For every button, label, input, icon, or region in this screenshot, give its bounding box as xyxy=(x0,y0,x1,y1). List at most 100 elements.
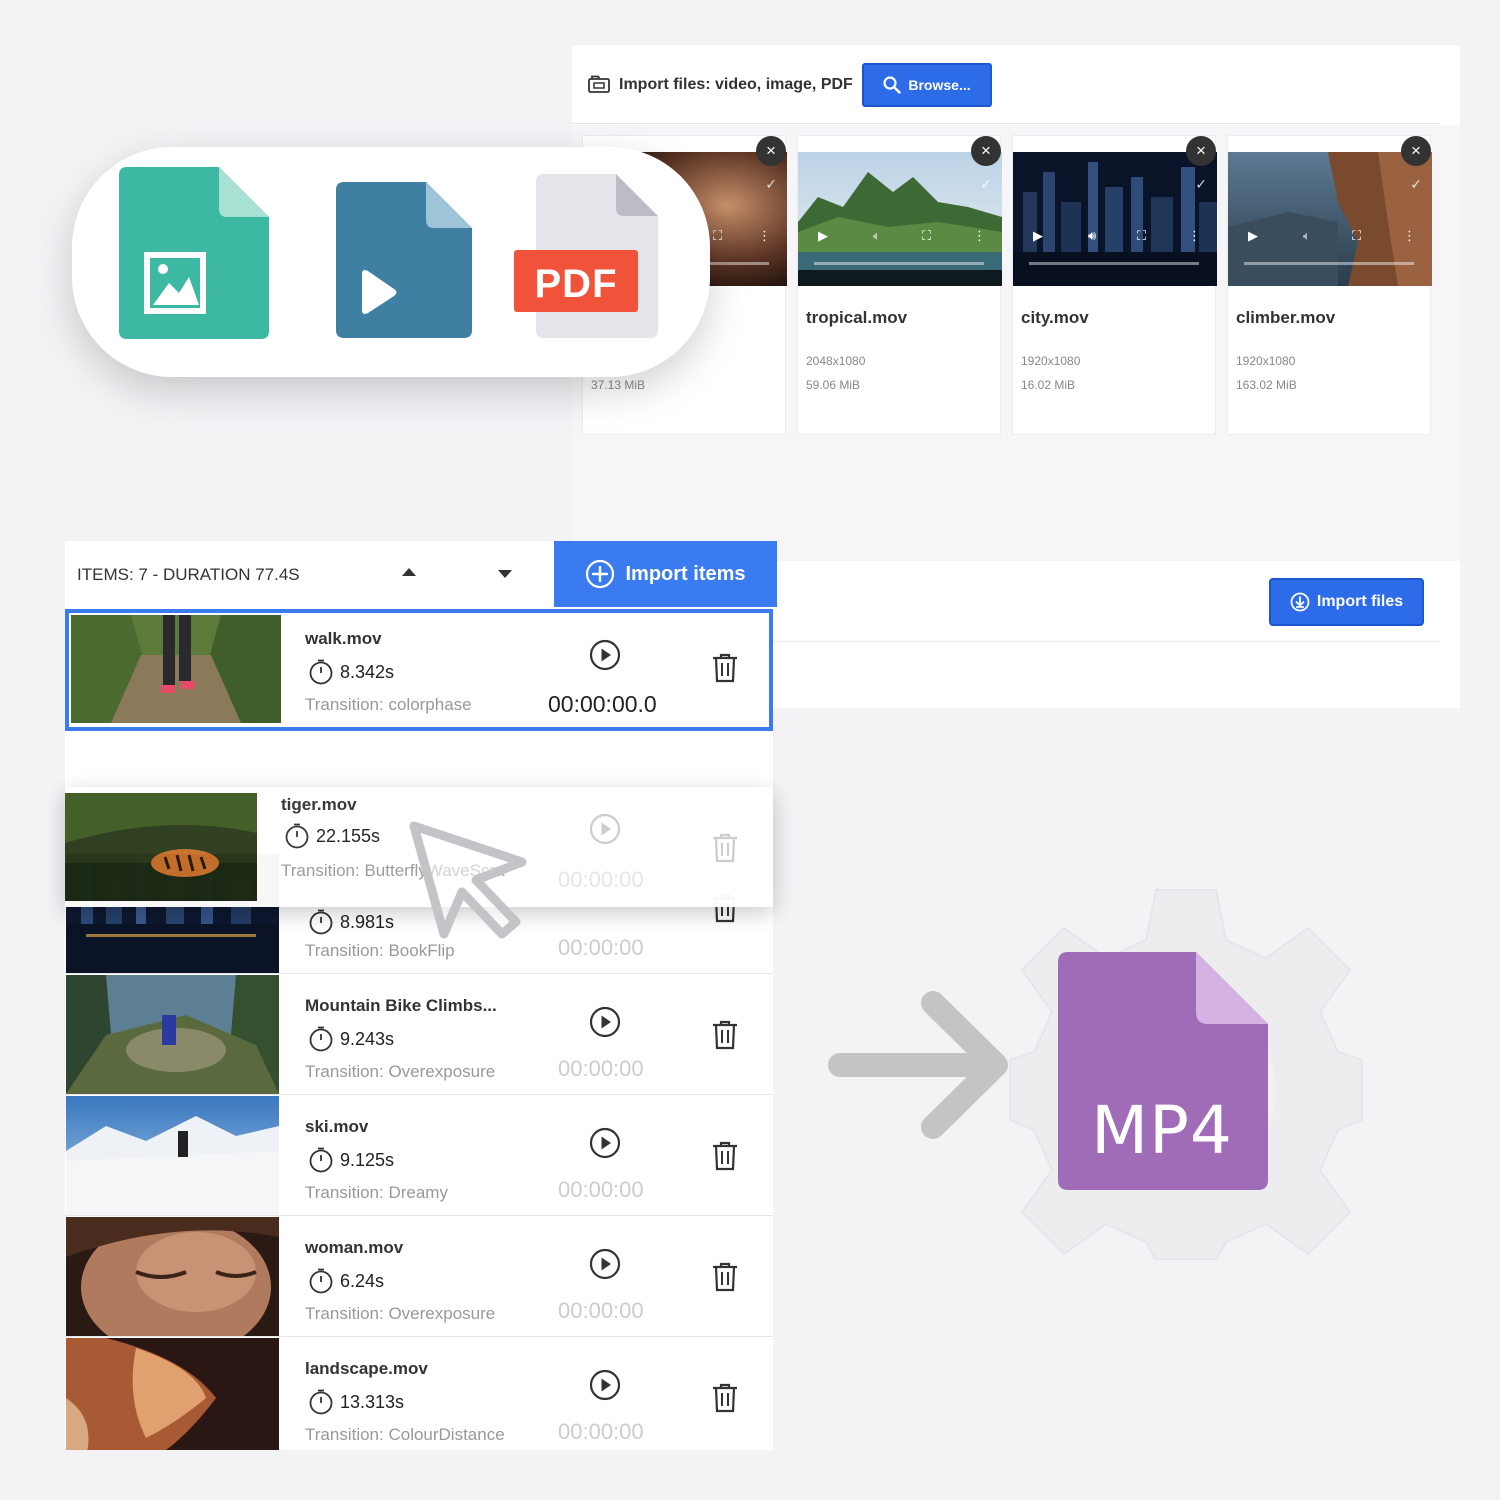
arrow-right-icon xyxy=(828,991,1008,1139)
item-start-time: 00:00:00 xyxy=(558,935,644,960)
file-name: tropical.mov xyxy=(806,308,908,327)
trash-icon[interactable] xyxy=(712,833,738,863)
check-icon: ✓ xyxy=(1410,176,1422,192)
remove-file-button[interactable]: × xyxy=(971,136,1001,166)
volume-icon[interactable]: 🔈︎ xyxy=(1303,228,1311,244)
play-icon[interactable]: ▶ xyxy=(1248,228,1258,244)
item-transition: Transition: colorphase xyxy=(305,695,472,714)
volume-icon[interactable]: 🔊︎ xyxy=(1088,228,1096,244)
timeline-item[interactable]: woman.mov 6.24s Transition: Overexposure… xyxy=(65,1216,773,1337)
timeline-item-selected[interactable]: walk.mov 8.342s Transition: colorphase 0… xyxy=(65,609,773,731)
fullscreen-icon[interactable]: ⛶ xyxy=(922,228,931,244)
item-start-time: 00:00:00 xyxy=(558,1177,644,1202)
sort-up-icon[interactable] xyxy=(402,568,416,576)
timeline-item[interactable]: ski.mov 9.125s Transition: Dreamy 00:00:… xyxy=(65,1095,773,1216)
item-duration: 22.155s xyxy=(284,823,380,849)
timeline-item[interactable]: Mountain Bike Climbs... 9.243s Transitio… xyxy=(65,974,773,1095)
item-thumbnail xyxy=(65,793,257,901)
item-transition: Transition: ColourDistance xyxy=(305,1425,505,1444)
item-duration: 8.981s xyxy=(308,909,394,935)
video-thumbnail xyxy=(798,152,1002,286)
item-duration-value: 8.342s xyxy=(340,661,395,682)
item-duration: 13.313s xyxy=(308,1389,404,1415)
more-icon[interactable]: ⋮ xyxy=(758,228,771,244)
image-file-icon xyxy=(119,167,269,339)
remove-file-button[interactable]: × xyxy=(1401,136,1431,166)
trash-icon[interactable] xyxy=(712,1141,738,1171)
play-circle-icon[interactable] xyxy=(589,1369,621,1401)
import-files-label: Import files xyxy=(1316,593,1404,610)
search-icon xyxy=(883,76,902,94)
video-file-icon xyxy=(336,182,472,338)
file-card-climber[interactable]: × ✓ ▶ 🔈︎ ⛶ ⋮ climber.mov 1920x1080 163.0… xyxy=(1227,135,1432,435)
video-progress-bar[interactable] xyxy=(1244,262,1414,265)
remove-file-button[interactable]: × xyxy=(1186,136,1216,166)
check-icon: ✓ xyxy=(980,176,992,192)
file-resolution: 1920x1080 xyxy=(1236,354,1296,368)
download-circle-icon xyxy=(1290,592,1310,612)
item-start-time: 00:00:00.0 xyxy=(548,691,657,717)
trash-icon[interactable] xyxy=(712,653,738,683)
play-icon[interactable]: ▶ xyxy=(1033,228,1043,244)
file-size: 37.13 MiB xyxy=(591,378,646,392)
item-start-time: 00:00:00 xyxy=(558,1056,644,1081)
item-duration-value: 8.981s xyxy=(340,911,395,932)
fullscreen-icon[interactable]: ⛶ xyxy=(713,228,722,244)
mouse-cursor-icon xyxy=(409,821,527,939)
timeline-item[interactable]: landscape.mov 13.313s Transition: Colour… xyxy=(65,1337,773,1450)
file-size: 59.06 MiB xyxy=(806,378,861,392)
fullscreen-icon[interactable]: ⛶ xyxy=(1137,228,1146,244)
trash-icon[interactable] xyxy=(712,1020,738,1050)
item-name: walk.mov xyxy=(305,629,382,648)
play-icon[interactable]: ▶ xyxy=(818,228,828,244)
file-card-tropical[interactable]: × ✓ ▶ 🔈︎ ⛶ ⋮ tropical.mov 2048x1080 59.0… xyxy=(797,135,1002,435)
stopwatch-icon xyxy=(309,659,333,685)
remove-file-button[interactable]: × xyxy=(756,136,786,166)
item-start-time: 00:00:00 xyxy=(558,867,644,892)
item-duration-value: 9.243s xyxy=(340,1028,395,1049)
file-resolution: 2048x1080 xyxy=(806,354,866,368)
more-icon[interactable]: ⋮ xyxy=(973,228,986,244)
more-icon[interactable]: ⋮ xyxy=(1188,228,1201,244)
item-transition: Transition: Overexposure xyxy=(305,1304,496,1323)
browse-button[interactable]: Browse... xyxy=(862,63,992,107)
item-duration: 9.125s xyxy=(308,1147,394,1173)
video-thumbnail xyxy=(1228,152,1432,286)
folder-icon xyxy=(588,75,610,93)
import-items-button[interactable]: Import items xyxy=(554,541,777,607)
file-size: 163.02 MiB xyxy=(1236,378,1297,392)
item-thumbnail xyxy=(66,975,279,1094)
check-icon: ✓ xyxy=(1195,176,1207,192)
item-duration-value: 13.313s xyxy=(340,1391,405,1412)
trash-icon[interactable] xyxy=(712,1383,738,1413)
play-circle-icon[interactable] xyxy=(589,639,621,671)
video-progress-bar[interactable] xyxy=(814,262,984,265)
play-circle-icon[interactable] xyxy=(589,1248,621,1280)
item-start-time: 00:00:00 xyxy=(558,1298,644,1323)
stopwatch-icon xyxy=(309,1026,333,1052)
play-circle-icon[interactable] xyxy=(589,1006,621,1038)
file-card-city[interactable]: × ✓ ▶ 🔊︎ ⛶ ⋮ city.mov 1920x1080 16.02 Mi… xyxy=(1012,135,1217,435)
timeline-summary: ITEMS: 7 - DURATION 77.4S xyxy=(77,565,300,584)
trash-icon[interactable] xyxy=(712,1262,738,1292)
more-icon[interactable]: ⋮ xyxy=(1403,228,1416,244)
stopwatch-icon xyxy=(309,909,333,935)
item-name: landscape.mov xyxy=(305,1359,428,1378)
volume-icon[interactable]: 🔈︎ xyxy=(873,228,881,244)
file-name: climber.mov xyxy=(1236,308,1336,327)
file-name: city.mov xyxy=(1021,308,1089,327)
item-thumbnail xyxy=(66,1096,279,1215)
video-thumbnail xyxy=(1013,152,1217,286)
stopwatch-icon xyxy=(285,823,309,849)
file-resolution: 1920x1080 xyxy=(1021,354,1081,368)
import-files-button[interactable]: Import files xyxy=(1269,578,1424,626)
video-progress-bar[interactable] xyxy=(1029,262,1199,265)
fullscreen-icon[interactable]: ⛶ xyxy=(1352,228,1361,244)
play-circle-icon[interactable] xyxy=(589,1127,621,1159)
item-duration: 8.342s xyxy=(308,659,394,685)
sort-down-icon[interactable] xyxy=(498,570,512,578)
timeline-header: ITEMS: 7 - DURATION 77.4S xyxy=(65,541,554,607)
play-circle-icon[interactable] xyxy=(589,813,621,845)
file-size: 16.02 MiB xyxy=(1021,378,1076,392)
import-header: Import files: video, image, PDF Browse..… xyxy=(572,45,1460,125)
